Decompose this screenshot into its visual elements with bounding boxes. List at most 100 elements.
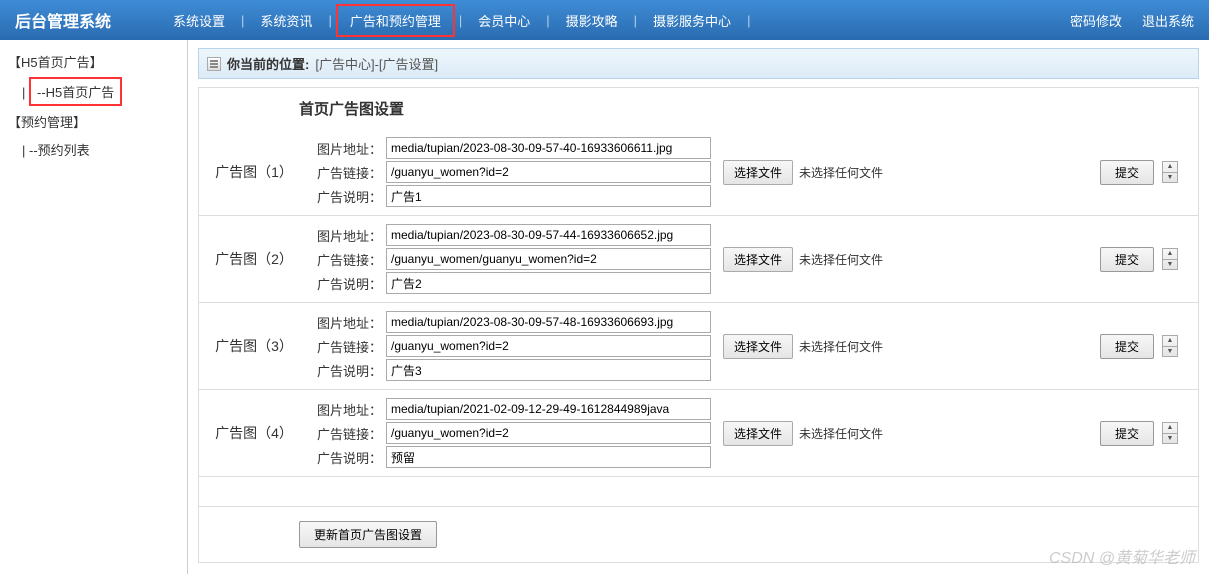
field-label: 广告说明：	[311, 361, 386, 380]
logout-link[interactable]: 退出系统	[1142, 11, 1194, 30]
file-section: 选择文件未选择任何文件	[723, 160, 923, 185]
choose-file-button[interactable]: 选择文件	[723, 421, 793, 446]
header-right: 密码修改 退出系统	[1070, 11, 1194, 30]
nav-item[interactable]: 会员中心	[466, 6, 542, 35]
spacer	[199, 476, 1198, 506]
field-label: 图片地址：	[311, 226, 386, 245]
nav-separator: |	[634, 13, 637, 28]
ad-block: 广告图（3） 图片地址：广告链接：广告说明： 选择文件未选择任何文件 提交 ▲▼	[199, 302, 1198, 389]
field-label: 广告链接：	[311, 424, 386, 443]
nav-item[interactable]: 摄影服务中心	[641, 6, 743, 35]
order-spinner[interactable]: ▲▼	[1162, 422, 1178, 444]
field-label: 图片地址：	[311, 400, 386, 419]
spinner-down-icon[interactable]: ▼	[1163, 260, 1177, 270]
nav-separator: |	[546, 13, 549, 28]
breadcrumb: 你当前的位置: [广告中心]-[广告设置]	[198, 48, 1199, 79]
file-status-text: 未选择任何文件	[799, 425, 883, 442]
image-url-input[interactable]	[386, 224, 711, 246]
field-label: 广告说明：	[311, 448, 386, 467]
sidebar-item[interactable]: | --预约列表	[0, 135, 187, 164]
nav-item[interactable]: 系统资讯	[248, 6, 324, 35]
ad-fields: 图片地址： 广告链接： 广告说明：	[311, 135, 711, 209]
field-label: 广告链接：	[311, 250, 386, 269]
sidebar-group-title: 【H5首页广告】	[0, 48, 187, 75]
image-url-input[interactable]	[386, 398, 711, 420]
content-box: 首页广告图设置 广告图（1）图片地址：广告链接：广告说明：选择文件未选择任何文件…	[198, 87, 1199, 563]
choose-file-button[interactable]: 选择文件	[723, 247, 793, 272]
ad-link-input[interactable]	[386, 422, 711, 444]
spinner-up-icon[interactable]: ▲	[1163, 162, 1177, 173]
ad-link-input[interactable]	[386, 335, 711, 357]
submit-button[interactable]: 提交	[1100, 160, 1154, 185]
nav-separator: |	[328, 13, 331, 28]
ad-fields: 图片地址： 广告链接： 广告说明：	[311, 222, 711, 296]
ad-fields: 图片地址： 广告链接： 广告说明：	[311, 396, 711, 470]
order-spinner[interactable]: ▲▼	[1162, 161, 1178, 183]
spinner-up-icon[interactable]: ▲	[1163, 336, 1177, 347]
file-section: 选择文件未选择任何文件	[723, 421, 923, 446]
order-spinner[interactable]: ▲▼	[1162, 248, 1178, 270]
submit-button[interactable]: 提交	[1100, 334, 1154, 359]
submit-button[interactable]: 提交	[1100, 247, 1154, 272]
ad-desc-input[interactable]	[386, 446, 711, 468]
update-row: 更新首页广告图设置	[199, 506, 1198, 562]
sidebar-item[interactable]: --H5首页广告	[29, 77, 122, 106]
sidebar: 【H5首页广告】| --H5首页广告【预约管理】| --预约列表	[0, 40, 188, 574]
breadcrumb-path: [广告中心]-[广告设置]	[315, 54, 438, 73]
nav-separator: |	[459, 13, 462, 28]
file-status-text: 未选择任何文件	[799, 164, 883, 181]
update-button[interactable]: 更新首页广告图设置	[299, 521, 437, 548]
field-label: 广告链接：	[311, 163, 386, 182]
app-title: 后台管理系统	[15, 8, 111, 32]
page-subtitle: 首页广告图设置	[199, 88, 1198, 129]
file-section: 选择文件未选择任何文件	[723, 334, 923, 359]
image-url-input[interactable]	[386, 137, 711, 159]
nav-separator: |	[747, 13, 750, 28]
change-password-link[interactable]: 密码修改	[1070, 11, 1122, 30]
spinner-up-icon[interactable]: ▲	[1163, 423, 1177, 434]
spinner-up-icon[interactable]: ▲	[1163, 249, 1177, 260]
ad-desc-input[interactable]	[386, 359, 711, 381]
nav-item[interactable]: 广告和预约管理	[336, 4, 455, 37]
ad-block-title: 广告图（1）	[209, 162, 299, 182]
submit-button[interactable]: 提交	[1100, 421, 1154, 446]
main-content: 你当前的位置: [广告中心]-[广告设置] 首页广告图设置 广告图（1） 图片地址…	[188, 40, 1209, 574]
choose-file-button[interactable]: 选择文件	[723, 334, 793, 359]
ad-link-input[interactable]	[386, 161, 711, 183]
field-label: 图片地址：	[311, 139, 386, 158]
ad-block: 广告图（4） 图片地址： 广告链接： 广告说明： 选择文件未选择任何文件 提交 ▲▼	[199, 389, 1198, 476]
submit-section: 提交 ▲▼	[1100, 421, 1188, 446]
ad-desc-input[interactable]	[386, 185, 711, 207]
nav-item[interactable]: 系统设置	[161, 6, 237, 35]
ad-block-title: 广告图（2）	[209, 249, 299, 269]
field-label: 广告说明：	[311, 187, 386, 206]
breadcrumb-label: 你当前的位置:	[227, 54, 309, 73]
submit-section: 提交 ▲▼	[1100, 160, 1188, 185]
ad-block: 广告图（1） 图片地址： 广告链接： 广告说明： 选择文件未选择任何文件 提交 ▲▼	[199, 129, 1198, 215]
choose-file-button[interactable]: 选择文件	[723, 160, 793, 185]
field-label: 广告说明：	[311, 274, 386, 293]
order-spinner[interactable]: ▲▼	[1162, 335, 1178, 357]
page-icon	[207, 57, 221, 71]
nav-separator: |	[241, 13, 244, 28]
spinner-down-icon[interactable]: ▼	[1163, 434, 1177, 444]
header-nav: 系统设置 | 系统资讯 | 广告和预约管理 | 会员中心 | 摄影攻略 | 摄影服务中心 |	[161, 4, 1070, 37]
ad-block-title: 广告图（4）	[209, 423, 299, 443]
sidebar-group-title: 【预约管理】	[0, 108, 187, 135]
submit-section: 提交 ▲▼	[1100, 247, 1188, 272]
ad-fields: 图片地址：广告链接：广告说明：	[311, 309, 711, 383]
ad-block: 广告图（2） 图片地址： 广告链接： 广告说明： 选择文件未选择任何文件 提交 ▲▼	[199, 215, 1198, 302]
nav-item[interactable]: 摄影攻略	[554, 6, 630, 35]
field-label: 图片地址：	[311, 313, 386, 332]
file-status-text: 未选择任何文件	[799, 338, 883, 355]
ad-link-input[interactable]	[386, 248, 711, 270]
ad-desc-input[interactable]	[386, 272, 711, 294]
file-section: 选择文件未选择任何文件	[723, 247, 923, 272]
spinner-down-icon[interactable]: ▼	[1163, 347, 1177, 357]
submit-section: 提交 ▲▼	[1100, 334, 1188, 359]
file-status-text: 未选择任何文件	[799, 251, 883, 268]
spinner-down-icon[interactable]: ▼	[1163, 173, 1177, 183]
header: 后台管理系统 系统设置 | 系统资讯 | 广告和预约管理 | 会员中心 | 摄影攻略 | 摄影服务中…	[0, 0, 1209, 40]
image-url-input[interactable]	[386, 311, 711, 333]
ad-block-title: 广告图（3）	[209, 336, 299, 356]
